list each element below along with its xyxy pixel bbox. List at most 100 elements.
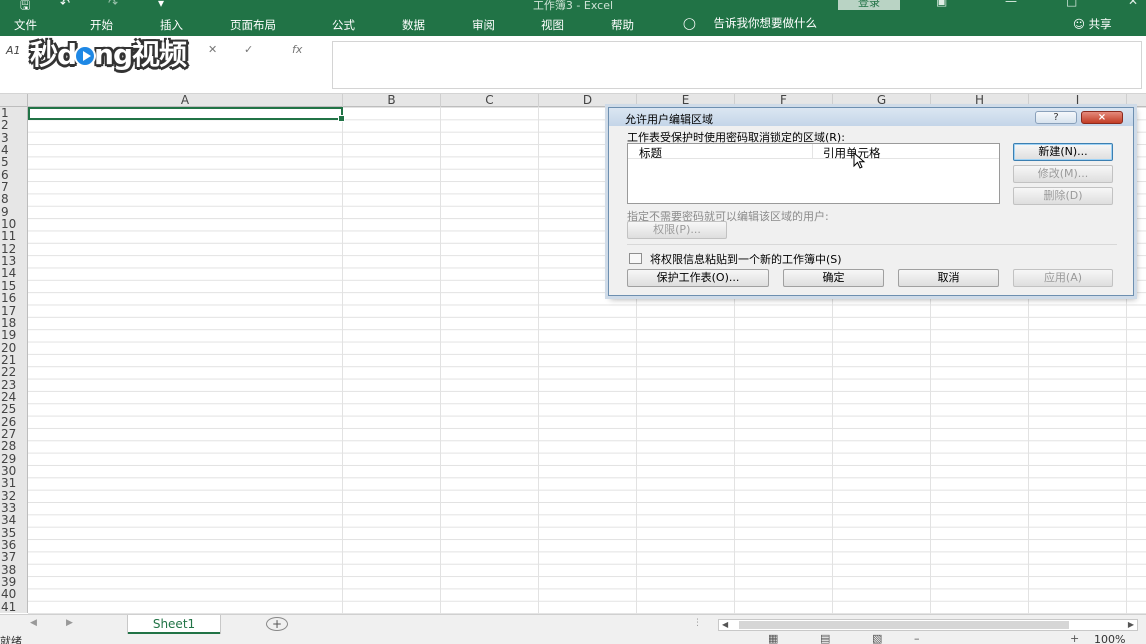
status-bar: 就绪 ▦ ▤ ▧ – + 100% xyxy=(0,634,1146,644)
formula-buttons: ✕ ✓ fx xyxy=(200,41,326,61)
tell-me-box[interactable]: ◯ 告诉我你想要做什么 xyxy=(683,15,817,31)
formula-input[interactable] xyxy=(332,41,1142,89)
status-ready: 就绪 xyxy=(0,635,22,644)
gridline xyxy=(342,107,343,614)
row-header[interactable]: 16 xyxy=(0,292,27,305)
next-sheet-icon[interactable]: ▶ xyxy=(66,618,73,628)
page-break-view-icon[interactable]: ▧ xyxy=(872,634,882,644)
column-title-header[interactable]: 标题 xyxy=(639,145,662,161)
person-icon: ☺ xyxy=(1073,17,1085,31)
dialog-close-button[interactable]: × xyxy=(1081,111,1123,124)
ok-button[interactable]: 确定 xyxy=(783,269,884,287)
column-header-h[interactable]: H xyxy=(931,94,1029,107)
delete-button[interactable]: 删除(D) xyxy=(1013,187,1113,205)
row-header[interactable]: 41 xyxy=(0,600,27,613)
new-button[interactable]: 新建(N)... xyxy=(1013,143,1113,161)
scroll-left-icon[interactable]: ◀ xyxy=(722,620,728,629)
watermark-logo: 秒d ng视频 xyxy=(30,33,187,73)
row-header[interactable]: 37 xyxy=(0,551,27,564)
row-header[interactable]: 5 xyxy=(0,156,27,169)
tab-help[interactable]: 帮助 xyxy=(611,17,634,33)
header-divider xyxy=(812,144,813,159)
maximize-icon[interactable]: □ xyxy=(1066,0,1077,8)
column-headers: A B C D E F G H I xyxy=(28,94,1146,107)
check-icon[interactable]: ✓ xyxy=(244,43,253,56)
signin-button[interactable]: 登录 xyxy=(838,0,900,10)
tab-formulas[interactable]: 公式 xyxy=(332,17,355,33)
mouse-cursor-icon xyxy=(853,152,866,169)
minimize-icon[interactable]: — xyxy=(1005,0,1017,8)
tab-page-layout[interactable]: 页面布局 xyxy=(230,17,276,33)
row-header[interactable]: 40 xyxy=(0,588,27,601)
column-header-c[interactable]: C xyxy=(441,94,539,107)
column-header-i[interactable]: I xyxy=(1029,94,1127,107)
lightbulb-icon: ◯ xyxy=(683,16,696,30)
title-bar: 🖫 ↶ ↷ ▾ 工作簿3 - Excel 登录 ▣ — □ ✕ xyxy=(0,0,1146,12)
tab-review[interactable]: 审阅 xyxy=(472,17,495,33)
window-close-icon[interactable]: ✕ xyxy=(1128,0,1138,8)
dialog-titlebar[interactable]: 允许用户编辑区域 ? × xyxy=(609,108,1133,126)
row-header[interactable]: 11 xyxy=(0,230,27,243)
tab-insert[interactable]: 插入 xyxy=(160,17,183,33)
share-button[interactable]: ☺ 共享 xyxy=(1073,16,1112,32)
ranges-list[interactable]: 标题 引用单元格 xyxy=(627,143,1000,204)
row-header[interactable]: 2 xyxy=(0,119,27,132)
play-icon xyxy=(74,45,97,67)
page-layout-view-icon[interactable]: ▤ xyxy=(820,634,830,644)
apply-button[interactable]: 应用(A) xyxy=(1013,269,1113,287)
prev-sheet-icon[interactable]: ◀ xyxy=(30,618,37,628)
scroll-thumb[interactable] xyxy=(739,621,1069,629)
row-headers: 1 2 3 4 5 6 7 8 9 10 11 12 13 14 15 16 17 18 19 20 21 22 23 24 2… xyxy=(0,107,28,613)
dialog-title: 允许用户编辑区域 xyxy=(625,113,713,126)
split-handle-icon[interactable]: ⋮ xyxy=(693,618,702,628)
row-header[interactable]: 31 xyxy=(0,477,27,490)
zoom-level[interactable]: 100% xyxy=(1094,634,1125,644)
row-header[interactable]: 17 xyxy=(0,304,27,317)
sheet-tab-bar: ◀ ▶ Sheet1 + ⋮ ◀ ▶ xyxy=(0,614,1146,634)
tab-home[interactable]: 开始 xyxy=(90,17,113,33)
paste-permissions-checkbox[interactable] xyxy=(629,253,642,264)
column-header-b[interactable]: B xyxy=(343,94,441,107)
ribbon-display-icon[interactable]: ▣ xyxy=(936,0,947,8)
row-header[interactable]: 28 xyxy=(0,440,27,453)
tell-me-text: 告诉我你想要做什么 xyxy=(713,16,818,30)
gridline xyxy=(538,107,539,614)
cancel-icon[interactable]: ✕ xyxy=(208,43,217,56)
tab-data[interactable]: 数据 xyxy=(402,17,425,33)
dialog-divider xyxy=(627,244,1117,245)
share-label: 共享 xyxy=(1088,17,1112,31)
sheet-tab-sheet1[interactable]: Sheet1 xyxy=(128,615,220,634)
row-header[interactable]: 25 xyxy=(0,403,27,416)
row-header[interactable]: 19 xyxy=(0,329,27,342)
row-header[interactable]: 14 xyxy=(0,267,27,280)
column-header-d[interactable]: D xyxy=(539,94,637,107)
row-header[interactable]: 34 xyxy=(0,514,27,527)
zoom-in-icon[interactable]: + xyxy=(1070,634,1079,644)
allow-edit-ranges-dialog: 允许用户编辑区域 ? × 工作表受保护时使用密码取消锁定的区域(R): 标题 引… xyxy=(608,107,1134,296)
row-header[interactable]: 22 xyxy=(0,366,27,379)
paste-permissions-label: 将权限信息粘贴到一个新的工作簿中(S) xyxy=(650,253,842,266)
watermark-text-2: ng视频 xyxy=(94,38,187,71)
protect-sheet-button[interactable]: 保护工作表(O)... xyxy=(627,269,769,287)
row-header[interactable]: 8 xyxy=(0,193,27,206)
scroll-right-icon[interactable]: ▶ xyxy=(1128,620,1134,629)
column-header-a[interactable]: A xyxy=(28,94,343,107)
permissions-button[interactable]: 权限(P)... xyxy=(627,221,727,239)
help-button[interactable]: ? xyxy=(1035,111,1077,124)
column-ref-header[interactable]: 引用单元格 xyxy=(823,145,881,161)
window-title: 工作簿3 - Excel xyxy=(532,0,614,12)
add-sheet-button[interactable]: + xyxy=(266,617,288,631)
zoom-out-icon[interactable]: – xyxy=(914,634,920,644)
insert-function-icon[interactable]: fx xyxy=(292,43,302,56)
modify-button[interactable]: 修改(M)... xyxy=(1013,165,1113,183)
gridline xyxy=(440,107,441,614)
horizontal-scrollbar[interactable]: ◀ ▶ xyxy=(718,619,1138,631)
column-header-g[interactable]: G xyxy=(833,94,931,107)
tab-file[interactable]: 文件 xyxy=(14,17,37,33)
column-header-e[interactable]: E xyxy=(637,94,735,107)
cancel-button[interactable]: 取消 xyxy=(898,269,999,287)
active-cell-a1[interactable] xyxy=(28,107,345,122)
tab-view[interactable]: 视图 xyxy=(541,17,564,33)
column-header-f[interactable]: F xyxy=(735,94,833,107)
normal-view-icon[interactable]: ▦ xyxy=(768,634,778,644)
